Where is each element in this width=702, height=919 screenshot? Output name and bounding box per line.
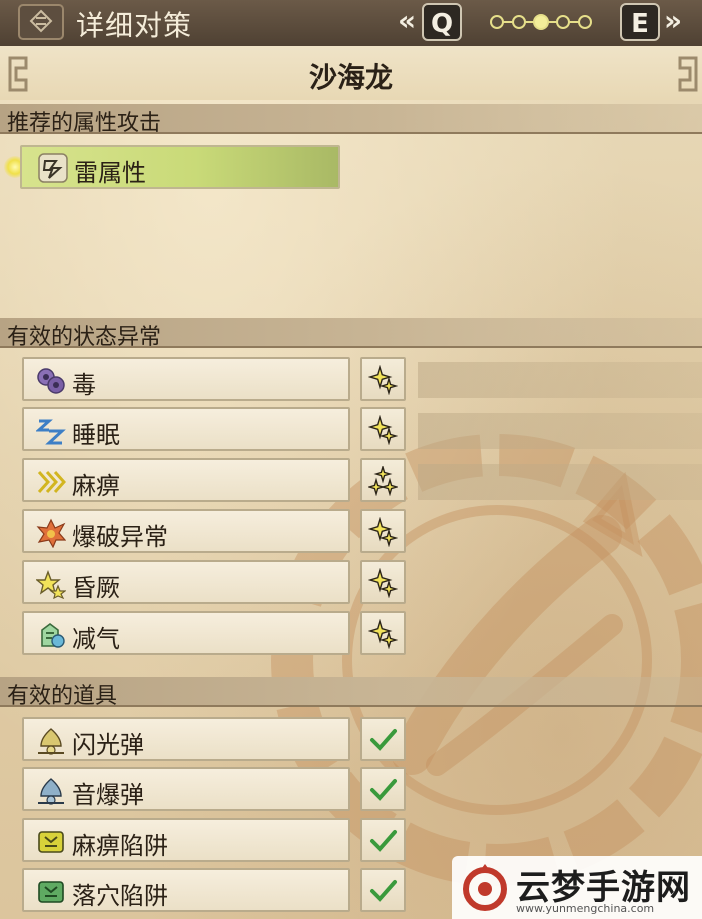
corner-ornament-left xyxy=(8,56,28,92)
section-title: 有效的状态异常 xyxy=(7,325,162,350)
menu-logo-icon xyxy=(18,4,64,40)
rating-star xyxy=(380,477,398,496)
page-dot xyxy=(556,15,570,29)
ailment-row-blast[interactable]: 爆破异常 xyxy=(22,509,350,553)
rating-stars-icon xyxy=(368,466,398,496)
recommended-element-item[interactable]: 雷属性 xyxy=(20,145,340,189)
section-title: 推荐的属性攻击 xyxy=(7,111,162,136)
ailment-row-exhaust[interactable]: 减气 xyxy=(22,611,350,655)
monster-name: 沙海龙 xyxy=(308,61,393,94)
item-label: 音爆弹 xyxy=(72,781,144,809)
item-row-sonic-bomb[interactable]: 音爆弹 xyxy=(22,767,350,811)
section-header-ailments: 有效的状态异常 xyxy=(0,318,702,350)
site-watermark: 云梦手游网 www.yunmengchina.com xyxy=(452,856,702,919)
item-label: 麻痹陷阱 xyxy=(72,832,168,860)
page-title: 详细对策 xyxy=(76,9,193,42)
ailment-rating-badge xyxy=(360,509,406,553)
poison-icon xyxy=(37,368,65,394)
row-strip xyxy=(418,464,702,500)
rating-star xyxy=(379,579,398,598)
item-row-flash-pod[interactable]: 闪光弹 xyxy=(22,717,350,761)
page-dot-active xyxy=(533,14,549,30)
pitfall-trap-icon xyxy=(38,881,64,903)
page-dot xyxy=(490,15,504,29)
ailment-row-poison[interactable]: 毒 xyxy=(22,357,350,401)
watermark-url: www.yunmengchina.com xyxy=(516,902,655,915)
stun-icon xyxy=(36,570,66,599)
prev-page-key-button[interactable]: Q xyxy=(422,3,462,41)
page-dot xyxy=(578,15,592,29)
ailment-label: 毒 xyxy=(72,371,96,399)
recommended-element-label: 雷属性 xyxy=(74,159,146,187)
rating-stars-icon xyxy=(368,365,398,395)
ailment-rating-badge xyxy=(360,458,406,502)
paralysis-icon xyxy=(37,470,66,494)
rating-stars-icon xyxy=(368,619,398,649)
ailment-rating-badge xyxy=(360,357,406,401)
item-effective-badge xyxy=(360,717,406,761)
page-indicator xyxy=(490,14,592,30)
flash-pod-icon xyxy=(38,728,64,755)
item-row-shock-trap[interactable]: 麻痹陷阱 xyxy=(22,818,350,862)
item-label: 落穴陷阱 xyxy=(72,882,168,910)
ailment-rating-badge xyxy=(360,611,406,655)
rating-star xyxy=(379,630,398,649)
ailment-row-stun[interactable]: 昏厥 xyxy=(22,560,350,604)
section-title: 有效的道具 xyxy=(7,684,118,709)
ailment-row-paralysis[interactable]: 麻痹 xyxy=(22,458,350,502)
sonic-bomb-icon xyxy=(38,778,64,805)
next-chevron: » xyxy=(664,4,683,37)
ailment-rating-badge xyxy=(360,407,406,451)
section-header-recommended: 推荐的属性攻击 xyxy=(0,104,702,136)
rating-star xyxy=(379,426,398,445)
shock-trap-icon xyxy=(38,831,64,853)
item-row-pitfall-trap[interactable]: 落穴陷阱 xyxy=(22,868,350,912)
exhaust-icon xyxy=(41,623,65,648)
rating-stars-icon xyxy=(368,517,398,547)
rating-star xyxy=(379,376,398,395)
check-icon xyxy=(370,880,397,902)
thunder-element-icon xyxy=(38,153,68,183)
ailment-row-sleep[interactable]: 睡眠 xyxy=(22,407,350,451)
row-strip xyxy=(418,362,702,398)
rating-star xyxy=(373,466,393,484)
ailment-label: 麻痹 xyxy=(72,472,120,500)
ailment-rating-badge xyxy=(360,560,406,604)
ailment-label: 睡眠 xyxy=(72,421,120,449)
corner-ornament-right xyxy=(678,56,698,92)
sleep-icon xyxy=(36,419,66,445)
blast-icon xyxy=(36,518,66,548)
item-label: 闪光弹 xyxy=(72,731,144,759)
item-effective-badge xyxy=(360,767,406,811)
rating-star xyxy=(379,528,398,547)
section-header-items: 有效的道具 xyxy=(0,677,702,709)
monster-name-band: 沙海龙 xyxy=(0,46,702,100)
row-strip xyxy=(418,413,702,449)
ailment-label: 减气 xyxy=(72,625,120,653)
rating-stars-icon xyxy=(368,568,398,598)
ailment-label: 爆破异常 xyxy=(72,523,168,551)
rating-stars-icon xyxy=(368,415,398,445)
ailment-label: 昏厥 xyxy=(72,574,120,602)
check-icon xyxy=(370,830,397,852)
check-icon xyxy=(370,729,397,751)
item-effective-badge xyxy=(360,818,406,862)
prev-chevron: « xyxy=(398,4,417,37)
page-dot xyxy=(512,15,526,29)
site-logo-icon xyxy=(463,864,507,911)
next-page-key-button[interactable]: E xyxy=(620,3,660,41)
item-effective-badge xyxy=(360,868,406,912)
check-icon xyxy=(370,779,397,801)
top-bar: 详细对策 « Q E » xyxy=(0,0,702,48)
